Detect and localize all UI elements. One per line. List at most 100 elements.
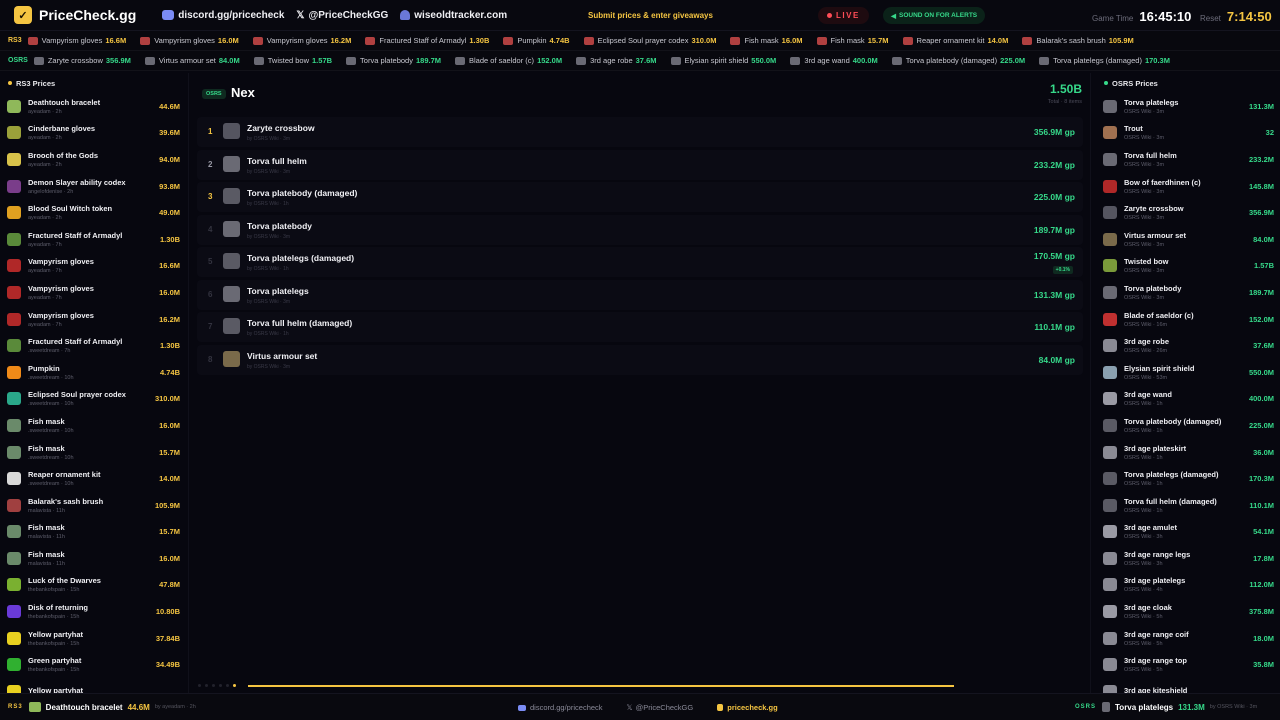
price-list-item[interactable]: Pumpkin .sweetdream · 10h 4.74B — [0, 359, 186, 386]
ticker-item[interactable]: Vampyrism gloves 16.6M — [27, 36, 126, 45]
price-list-item[interactable]: 3rd age robe OSRS Wiki · 26m 37.6M — [1096, 332, 1280, 359]
ticker-item[interactable]: Vampyrism gloves 16.2M — [252, 36, 351, 45]
price-list-item[interactable]: Vampyrism gloves ayeadam · 7h 16.2M — [0, 306, 186, 333]
price-list-item[interactable]: Torva full helm (damaged) OSRS Wiki · 1h 1… — [1096, 492, 1280, 519]
item-name: Balarak's sash brush — [28, 496, 104, 506]
ranked-item-row[interactable]: 6 Torva platelegs by OSRS Wiki · 3m 131.3M … — [197, 279, 1083, 310]
ranked-item-row[interactable]: 1 Zaryte crossbow by OSRS Wiki · 3m 356.9M … — [197, 117, 1083, 147]
ticker-item[interactable]: Torva platebody 189.7M — [346, 56, 441, 65]
price-list-item[interactable]: Zaryte crossbow OSRS Wiki · 3m 356.9M — [1096, 199, 1280, 226]
ticker-item[interactable]: Eclipsed Soul prayer codex 310.0M — [583, 36, 716, 45]
discord-link[interactable]: discord.gg/pricecheck — [162, 10, 284, 21]
price-list-item[interactable]: Elysian spirit shield OSRS Wiki · 53m 550.… — [1096, 359, 1280, 386]
ranked-item-row[interactable]: 3 Torva platebody (damaged) by OSRS Wiki ·… — [197, 182, 1083, 212]
price-list-item[interactable]: Luck of the Dwarves thebankofspain · 15h 4… — [0, 572, 186, 599]
price-list-item[interactable]: Fish mask .sweetdream · 10h 16.0M — [0, 412, 186, 439]
page-dot[interactable] — [198, 684, 201, 687]
item-text: Eclipsed Soul prayer codex .sweetdream · … — [28, 390, 155, 407]
price-list-item[interactable]: Blade of saeldor (c) OSRS Wiki · 16m 152.0… — [1096, 306, 1280, 333]
price-list-item[interactable]: Cinderbane gloves ayeadam · 2h 39.6M — [0, 120, 186, 147]
rank-number: 2 — [208, 159, 213, 169]
item-icon — [7, 472, 21, 486]
ticker-item[interactable]: Torva platebody (damaged) 225.0M — [891, 56, 1025, 65]
price-list-item[interactable]: Reaper ornament kit .sweetdream · 10h 14.0… — [0, 465, 186, 492]
price-list-item[interactable]: 3rd age wand OSRS Wiki · 1h 400.0M — [1096, 386, 1280, 413]
price-list-item[interactable]: 3rd age cloak OSRS Wiki · 5h 375.8M — [1096, 598, 1280, 625]
price-list-item[interactable]: 3rd age range top OSRS Wiki · 5h 35.8M — [1096, 651, 1280, 678]
price-list-item[interactable]: Virtus armour set OSRS Wiki · 3m 84.0M — [1096, 226, 1280, 253]
price-list-item[interactable]: Disk of returning thebankofspain · 15h 10.… — [0, 598, 186, 625]
price-list-item[interactable]: 3rd age range coif OSRS Wiki · 5h 18.0M — [1096, 625, 1280, 652]
price-list-item[interactable]: Blood Soul Witch token ayeadam · 2h 49.0M — [0, 199, 186, 226]
sound-alert-toggle[interactable]: ◀ SOUND ON FOR ALERTS — [883, 7, 986, 24]
page-dot[interactable] — [226, 684, 229, 687]
price-list-item[interactable]: 3rd age amulet OSRS Wiki · 3h 54.1M — [1096, 519, 1280, 546]
price-list-item[interactable]: Vampyrism gloves ayeadam · 7h 16.0M — [0, 279, 186, 306]
ticker-item[interactable]: Balarak's sash brush 105.9M — [1022, 36, 1134, 45]
ranked-item-row[interactable]: 5 Torva platelegs (damaged) by OSRS Wiki ·… — [197, 247, 1083, 277]
price-list-item[interactable]: Demon Slayer ability codex angelofdenise … — [0, 173, 186, 200]
ticker-item[interactable]: Elysian spirit shield 550.0M — [670, 56, 776, 65]
price-list-item[interactable]: Fish mask malavista · 11h 16.0M — [0, 545, 186, 572]
item-icon — [1103, 126, 1117, 140]
ticker-item[interactable]: 3rd age wand 400.0M — [790, 56, 878, 65]
page-dot[interactable] — [205, 684, 208, 687]
item-price: 152.0M — [1248, 314, 1274, 324]
ranked-item-row[interactable]: 4 Torva platebody by OSRS Wiki · 3m 189.7M … — [197, 214, 1083, 245]
price-list-item[interactable]: Torva platelegs (damaged) OSRS Wiki · 1h 1… — [1096, 465, 1280, 492]
ticker-item[interactable]: Torva platelegs (damaged) 170.3M — [1039, 56, 1170, 65]
price-list-item[interactable]: Brooch of the Gods ayeadam · 2h 94.0M — [0, 146, 186, 173]
submit-prices-link[interactable]: Submit prices & enter giveaways — [588, 11, 713, 20]
price-list-item[interactable]: 3rd age kiteshield — [1096, 678, 1280, 693]
ranked-item-row[interactable]: 8 Virtus armour set by OSRS Wiki · 3m 84.0M… — [197, 344, 1083, 375]
discord-footer-link[interactable]: discord.gg/pricecheck — [518, 703, 615, 712]
price-list-item[interactable]: Deathtouch bracelet ayeadam · 2h 44.6M — [0, 93, 186, 120]
twitter-link[interactable]: 𝕏 @PriceCheckGG — [296, 10, 388, 21]
ticker-item[interactable]: Blade of saeldor (c) 152.0M — [455, 56, 562, 65]
price-list-item[interactable]: Torva platelegs OSRS Wiki · 3m 131.3M — [1096, 93, 1280, 120]
price-list-item[interactable]: 3rd age platelegs OSRS Wiki · 4h 112.0M — [1096, 572, 1280, 599]
twitter-footer-link[interactable]: 𝕏 @PriceCheckGG — [627, 703, 706, 712]
item-name: 3rd age range top — [1124, 656, 1187, 666]
ticker-item[interactable]: Virtus armour set 84.0M — [144, 56, 240, 65]
price-list-item[interactable]: Yellow partyhat — [0, 678, 186, 693]
price-list-item[interactable]: 3rd age range legs OSRS Wiki · 3h 17.8M — [1096, 545, 1280, 572]
price-list-item[interactable]: Trout OSRS Wiki · 3m 32 — [1096, 120, 1280, 147]
page-dot-active[interactable] — [233, 684, 236, 687]
item-text: 3rd age range coif OSRS Wiki · 5h — [1124, 630, 1253, 647]
wiseoldtracker-link[interactable]: wiseoldtracker.com — [400, 10, 507, 21]
price-list-item[interactable]: Fractured Staff of Armadyl ayeadam · 7h 1.… — [0, 226, 186, 253]
price-list-item[interactable]: Fish mask .sweetdream · 10h 15.7M — [0, 439, 186, 466]
ticker-item[interactable]: Twisted bow 1.57B — [253, 56, 332, 65]
price-list-item[interactable]: Green partyhat thebankofspain · 15h 34.49B — [0, 651, 186, 678]
price-list-item[interactable]: Fish mask malavista · 11h 15.7M — [0, 519, 186, 546]
brand[interactable]: ✓ PriceCheck.gg — [14, 6, 136, 24]
twitter-link-label: @PriceCheckGG — [308, 9, 389, 21]
price-list-item[interactable]: Torva platebody (damaged) OSRS Wiki · 1h 2… — [1096, 412, 1280, 439]
price-list-item[interactable]: Vampyrism gloves ayeadam · 7h 16.6M — [0, 253, 186, 280]
ranked-item-row[interactable]: 7 Torva full helm (damaged) by OSRS Wiki ·… — [197, 312, 1083, 342]
ticker-item[interactable]: Pumpkin 4.74B — [503, 36, 570, 45]
price-list-item[interactable]: Balarak's sash brush malavista · 11h 105.9… — [0, 492, 186, 519]
ranked-item-row[interactable]: 2 Torva full helm by OSRS Wiki · 3m 233.2M … — [197, 149, 1083, 180]
price-list-item[interactable]: Eclipsed Soul prayer codex .sweetdream · … — [0, 386, 186, 413]
price-list-item[interactable]: Twisted bow OSRS Wiki · 3m 1.57B — [1096, 253, 1280, 280]
ticker-item[interactable]: 3rd age robe 37.6M — [576, 56, 657, 65]
page-dot[interactable] — [219, 684, 222, 687]
item-icon — [7, 658, 21, 672]
ticker-item[interactable]: Fractured Staff of Armadyl 1.30B — [365, 36, 489, 45]
item-icon — [902, 36, 913, 45]
site-footer-link[interactable]: pricecheck.gg — [717, 703, 789, 712]
ticker-item[interactable]: Fish mask 15.7M — [816, 36, 889, 45]
price-list-item[interactable]: 3rd age plateskirt OSRS Wiki · 1h 36.0M — [1096, 439, 1280, 466]
price-list-item[interactable]: Yellow partyhat thebankofspain · 15h 37.84… — [0, 625, 186, 652]
ticker-item[interactable]: Reaper ornament kit 14.0M — [902, 36, 1008, 45]
ticker-item[interactable]: Fish mask 16.0M — [730, 36, 803, 45]
page-dot[interactable] — [212, 684, 215, 687]
ticker-item[interactable]: Zaryte crossbow 356.9M — [33, 56, 131, 65]
price-list-item[interactable]: Torva platebody OSRS Wiki · 3m 189.7M — [1096, 279, 1280, 306]
price-list-item[interactable]: Torva full helm OSRS Wiki · 3m 233.2M — [1096, 146, 1280, 173]
price-list-item[interactable]: Bow of faerdhinen (c) OSRS Wiki · 3m 145.8… — [1096, 173, 1280, 200]
ticker-item[interactable]: Vampyrism gloves 16.0M — [140, 36, 239, 45]
price-list-item[interactable]: Fractured Staff of Armadyl .sweetdream · … — [0, 332, 186, 359]
